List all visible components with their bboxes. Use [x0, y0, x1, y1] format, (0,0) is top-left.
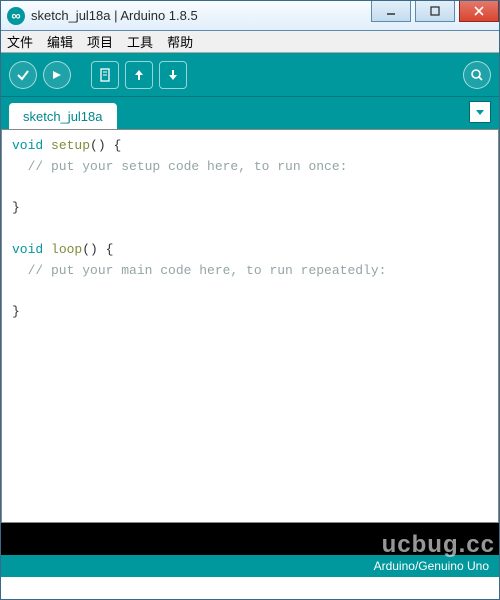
save-sketch-button[interactable]: [159, 61, 187, 89]
menu-help[interactable]: 帮助: [167, 32, 193, 51]
verify-button[interactable]: [9, 61, 37, 89]
upload-button[interactable]: [43, 61, 71, 89]
tab-sketch[interactable]: sketch_jul18a: [9, 103, 117, 129]
statusbar: Arduino/Genuino Uno: [1, 555, 499, 577]
code-editor[interactable]: void setup() { // put your setup code he…: [1, 129, 499, 523]
menubar: 文件 编辑 项目 工具 帮助: [1, 31, 499, 53]
board-label: Arduino/Genuino Uno: [374, 559, 489, 573]
maximize-button[interactable]: [415, 0, 455, 22]
arduino-logo-icon: [7, 7, 25, 25]
menu-edit[interactable]: 编辑: [47, 32, 73, 51]
titlebar: sketch_jul18a | Arduino 1.8.5: [1, 1, 499, 31]
app-window: sketch_jul18a | Arduino 1.8.5 文件 编辑 项目 工…: [0, 0, 500, 600]
tab-menu-button[interactable]: [469, 101, 491, 123]
menu-tools[interactable]: 工具: [127, 32, 153, 51]
menu-file[interactable]: 文件: [7, 32, 33, 51]
minimize-button[interactable]: [371, 0, 411, 22]
close-button[interactable]: [459, 0, 499, 22]
console-output: Arduino/Genuino Uno: [1, 523, 499, 577]
open-sketch-button[interactable]: [125, 61, 153, 89]
window-controls: [371, 0, 499, 22]
menu-sketch[interactable]: 项目: [87, 32, 113, 51]
tabbar: sketch_jul18a: [1, 97, 499, 129]
toolbar: [1, 53, 499, 97]
new-sketch-button[interactable]: [91, 61, 119, 89]
code-content[interactable]: void setup() { // put your setup code he…: [2, 130, 498, 329]
serial-monitor-button[interactable]: [463, 61, 491, 89]
